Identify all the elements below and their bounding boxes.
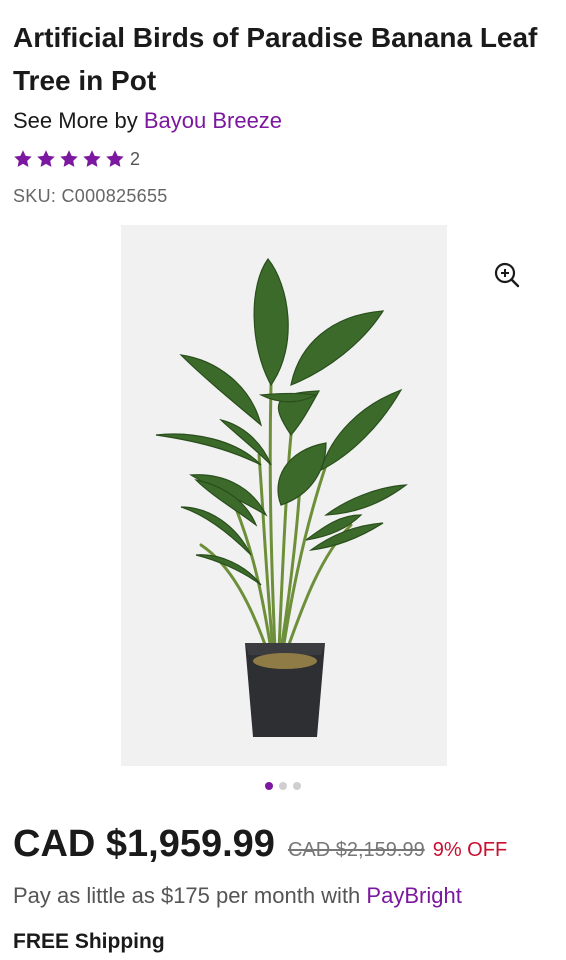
sale-price: CAD $1,959.99: [13, 823, 275, 865]
product-image[interactable]: [121, 225, 447, 766]
see-more-by: See More by Bayou Breeze: [13, 106, 282, 136]
original-price: CAD $2,159.99: [287, 839, 425, 861]
rating[interactable]: 2: [12, 148, 140, 170]
image-carousel-dots: [0, 782, 566, 790]
zoom-in-icon[interactable]: [492, 260, 522, 290]
paybright-link[interactable]: PayBright: [366, 883, 461, 908]
shipping-label: FREE Shipping: [13, 930, 165, 953]
sku: SKU: C000825655: [13, 186, 168, 206]
plant-illustration: [121, 225, 447, 766]
star-icon: [60, 150, 78, 167]
review-count[interactable]: 2: [130, 148, 140, 170]
brand-link[interactable]: Bayou Breeze: [144, 108, 282, 133]
star-icon: [106, 150, 124, 167]
financing-text: Pay as little as $175 per month with: [13, 883, 367, 908]
price-row: CAD $1,959.99 CAD $2,159.99 9% OFF: [13, 823, 507, 866]
discount-badge: 9% OFF: [432, 839, 508, 861]
star-icon: [37, 150, 55, 167]
carousel-dot-1[interactable]: [265, 782, 273, 790]
product-title: Artificial Birds of Paradise Banana Leaf…: [13, 22, 538, 96]
star-icon: [14, 150, 32, 167]
financing-offer: Pay as little as $175 per month with Pay…: [13, 883, 462, 909]
see-more-prefix: See More by: [13, 108, 144, 133]
carousel-dot-3[interactable]: [293, 782, 301, 790]
star-icon: [83, 150, 101, 167]
carousel-dot-2[interactable]: [279, 782, 287, 790]
